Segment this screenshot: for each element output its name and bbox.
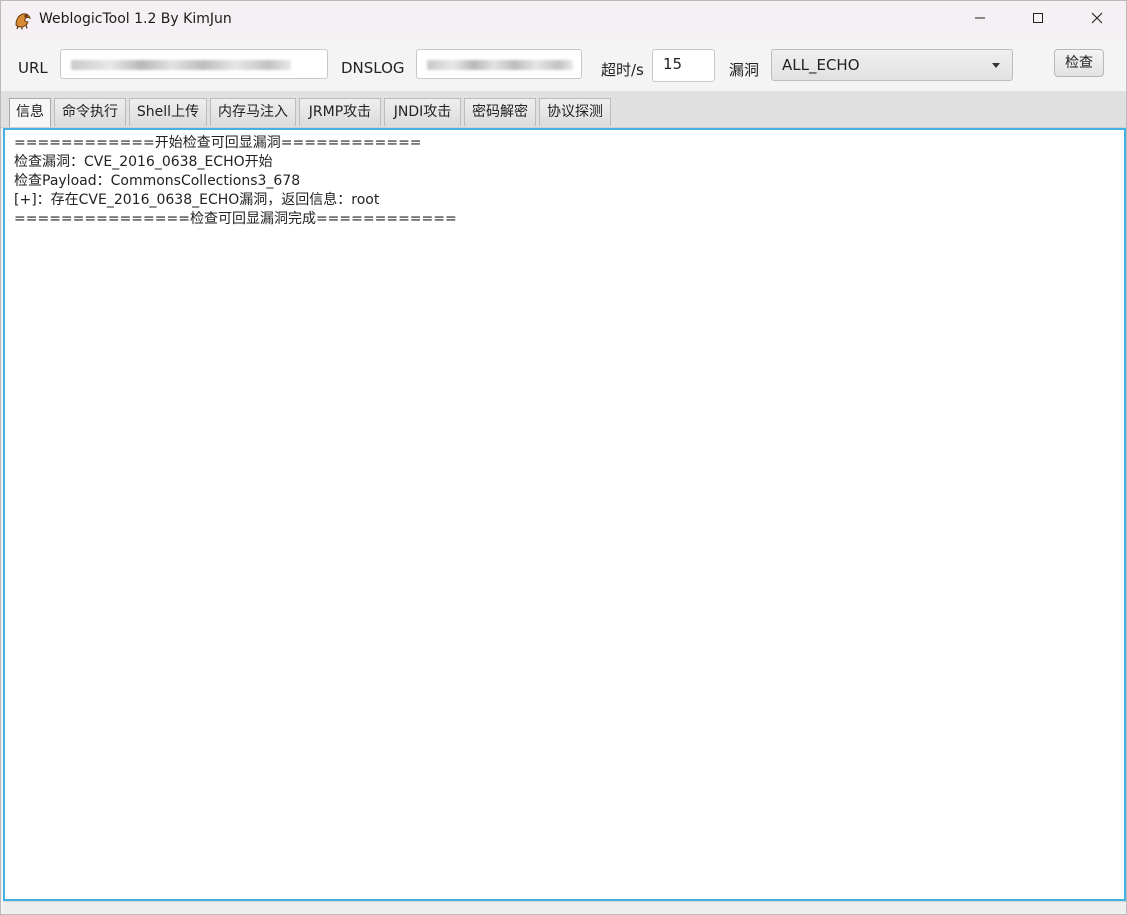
chevron-down-icon bbox=[992, 63, 1000, 68]
app-window: WeblogicTool 1.2 By KimJun URL DNSLOG 超时… bbox=[0, 0, 1127, 915]
close-icon bbox=[1091, 12, 1103, 28]
check-button[interactable]: 检查 bbox=[1054, 49, 1104, 77]
tab-shell-upload[interactable]: Shell上传 bbox=[129, 98, 207, 126]
output-line: 检查Payload：CommonsCollections3_678 bbox=[14, 173, 301, 189]
url-input[interactable] bbox=[60, 49, 328, 79]
minimize-button[interactable] bbox=[951, 1, 1009, 39]
maximize-icon bbox=[1032, 12, 1044, 28]
tab-jndi-attack[interactable]: JNDI攻击 bbox=[384, 98, 461, 126]
tab-password-decrypt[interactable]: 密码解密 bbox=[464, 98, 536, 126]
output-line: ===============检查可回显漏洞完成============ bbox=[14, 211, 457, 227]
tab-jrmp-attack[interactable]: JRMP攻击 bbox=[299, 98, 381, 126]
close-button[interactable] bbox=[1068, 1, 1126, 39]
tab-protocol-detect[interactable]: 协议探测 bbox=[539, 98, 611, 126]
output-lines: ============开始检查可回显漏洞============ 检查漏洞：C… bbox=[14, 134, 457, 229]
vuln-select[interactable]: ALL_ECHO bbox=[771, 49, 1013, 81]
maximize-button[interactable] bbox=[1009, 1, 1067, 39]
toolbar: URL DNSLOG 超时/s 15 漏洞 ALL_ECHO 检查 bbox=[1, 39, 1126, 91]
output-line: ============开始检查可回显漏洞============ bbox=[14, 135, 422, 151]
tab-memshell-inject[interactable]: 内存马注入 bbox=[210, 98, 296, 126]
timeout-input[interactable]: 15 bbox=[652, 49, 715, 82]
url-label: URL bbox=[18, 59, 48, 77]
status-strip bbox=[3, 901, 1126, 913]
dnslog-label: DNSLOG bbox=[341, 59, 405, 77]
vuln-label: 漏洞 bbox=[729, 61, 760, 79]
redacted-dnslog bbox=[427, 60, 573, 70]
weblogic-app-icon bbox=[13, 10, 33, 30]
dnslog-input[interactable] bbox=[416, 49, 582, 79]
tab-strip: 信息 命令执行 Shell上传 内存马注入 JRMP攻击 JNDI攻击 密码解密… bbox=[1, 91, 1126, 128]
title-bar[interactable]: WeblogicTool 1.2 By KimJun bbox=[1, 1, 1126, 39]
output-textarea[interactable]: ============开始检查可回显漏洞============ 检查漏洞：C… bbox=[3, 128, 1126, 901]
redacted-url bbox=[71, 60, 291, 70]
tab-command-exec[interactable]: 命令执行 bbox=[54, 98, 126, 126]
minimize-icon bbox=[974, 12, 986, 28]
tab-info[interactable]: 信息 bbox=[9, 98, 51, 127]
output-line: 检查漏洞：CVE_2016_0638_ECHO开始 bbox=[14, 154, 273, 170]
timeout-label: 超时/s bbox=[601, 61, 644, 79]
output-line: [+]：存在CVE_2016_0638_ECHO漏洞，返回信息：root bbox=[14, 192, 380, 208]
window-title: WeblogicTool 1.2 By KimJun bbox=[39, 11, 232, 27]
timeout-value: 15 bbox=[663, 55, 683, 73]
vuln-selected-value: ALL_ECHO bbox=[782, 56, 860, 74]
